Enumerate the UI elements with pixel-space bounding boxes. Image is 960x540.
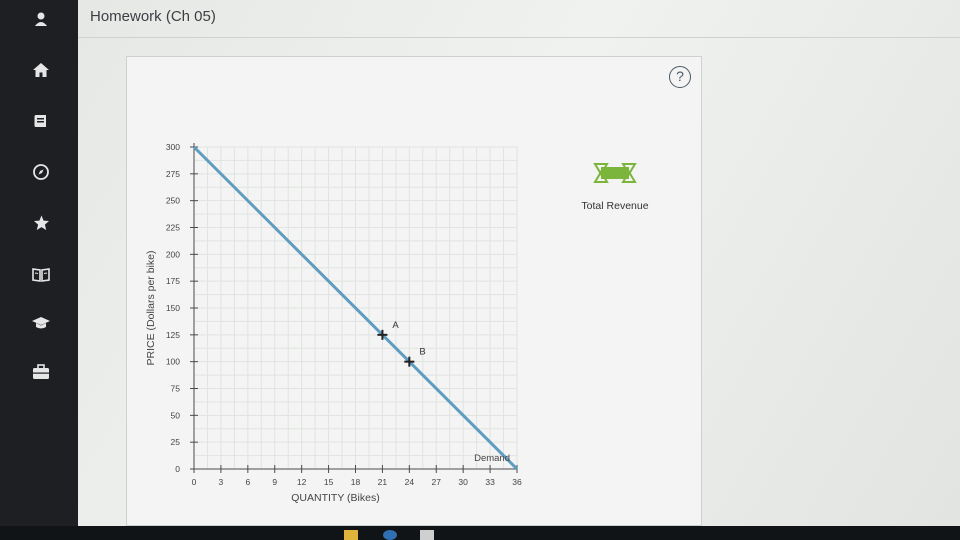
home-icon[interactable]: [24, 53, 58, 87]
file-explorer-icon[interactable]: [344, 530, 358, 540]
star-icon[interactable]: [24, 206, 58, 240]
y-axis-label: PRICE (Dollars per bike): [145, 251, 157, 366]
x-tick-label: 27: [432, 477, 442, 487]
x-tick-label: 18: [351, 477, 361, 487]
y-tick-label: 75: [171, 384, 181, 394]
x-tick-label: 21: [378, 477, 388, 487]
y-tick-label: 125: [166, 330, 180, 340]
x-tick-label: 30: [458, 477, 468, 487]
user-icon[interactable]: [24, 2, 58, 36]
x-tick-label: 15: [324, 477, 334, 487]
y-tick-label: 250: [166, 196, 180, 206]
briefcase-icon[interactable]: [24, 355, 58, 389]
book-icon[interactable]: [24, 104, 58, 138]
y-tick-label: 275: [166, 169, 180, 179]
x-tick-label: 24: [405, 477, 415, 487]
header-bar: Homework (Ch 05): [78, 0, 960, 38]
graph-panel: ? 0 25 50 75 100 125 150 175 200 225 250 275 300 0 3 6 9…: [126, 56, 702, 526]
x-axis-label: QUANTITY (Bikes): [291, 492, 379, 504]
x-tick-label: 9: [272, 477, 277, 487]
x-tick-label: 33: [485, 477, 495, 487]
graduation-cap-icon[interactable]: [24, 306, 58, 340]
demand-chart: 02550751001251501752002252502753000 3 6 9 12…: [145, 142, 649, 504]
total-revenue-legend-label: Total Revenue: [581, 200, 648, 212]
store-icon[interactable]: [420, 530, 434, 540]
taskbar: [0, 526, 960, 540]
y-tick-label: 175: [166, 276, 180, 286]
compass-icon[interactable]: [24, 155, 58, 189]
page-title: Homework (Ch 05): [90, 8, 216, 25]
y-tick-label: 200: [166, 249, 180, 259]
y-tick-label: 0: [175, 464, 180, 474]
x-tick-label: 3: [219, 477, 224, 487]
demand-curve-label: Demand: [474, 453, 510, 464]
x-tick-label: 36: [512, 477, 522, 487]
main-screen: Homework (Ch 05) ? 0 25 50 75 100 125 150 175 20…: [78, 0, 960, 526]
x-tick-label: 6: [245, 477, 250, 487]
y-tick-label: 300: [166, 142, 180, 152]
y-tick-label: 150: [166, 303, 180, 313]
y-tick-label: 225: [166, 223, 180, 233]
x-tick-label: 0: [192, 477, 197, 487]
browser-icon[interactable]: [383, 530, 397, 540]
sidebar: [0, 0, 78, 540]
open-book-icon[interactable]: [24, 257, 58, 291]
point-label: B: [419, 347, 425, 358]
y-tick-label: 25: [171, 437, 181, 447]
y-tick-label: 50: [171, 410, 181, 420]
point-label: A: [392, 320, 399, 331]
x-tick-label: 12: [297, 477, 307, 487]
y-tick-label: 100: [166, 357, 180, 367]
